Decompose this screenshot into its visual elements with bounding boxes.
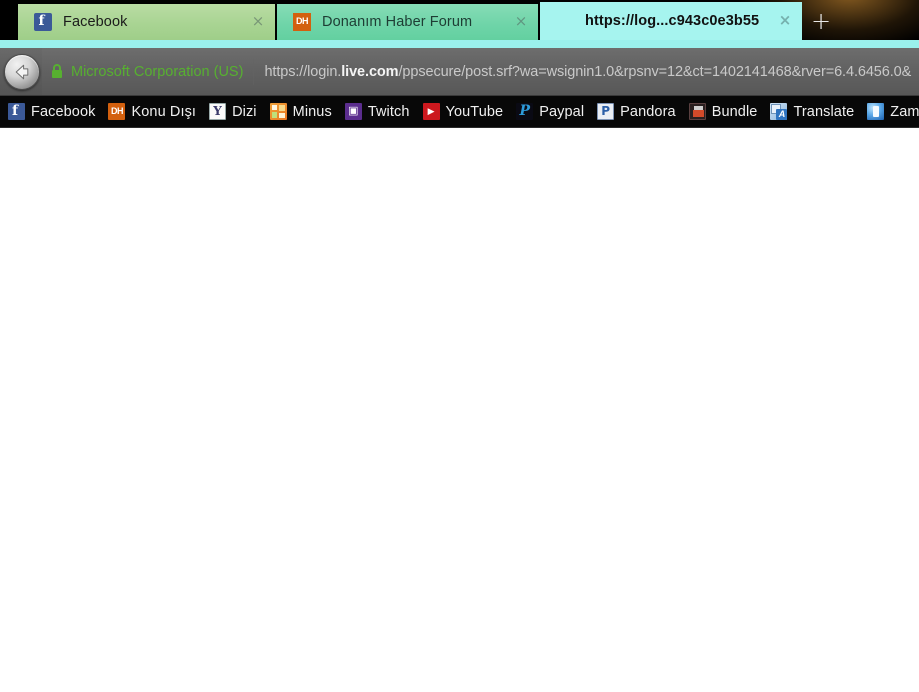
pandora-icon: P [597,103,615,120]
tab-close-icon[interactable]: × [249,13,267,31]
bookmark-label: Twitch [367,103,410,120]
tab-login-live[interactable]: https://log...c943c0e3b55 × [540,2,802,40]
bookmark-bundle[interactable]: Bundle [683,99,764,125]
bookmark-label: YouTube [445,103,504,120]
address-bar[interactable]: Microsoft Corporation (US) https://login… [42,48,919,95]
zamunda-icon [867,103,885,120]
tab-title: https://log...c943c0e3b55 [585,13,760,29]
back-button[interactable] [4,54,40,90]
url-prefix: https://login. [264,63,342,80]
address-bar-separator [253,58,255,85]
bookmark-youtube[interactable]: ▶ YouTube [417,99,510,125]
bookmark-minus[interactable]: Minus [264,99,338,125]
bookmark-facebook[interactable]: Facebook [2,99,101,125]
bookmark-label: Pandora [620,103,676,120]
microsoft-icon [556,12,574,30]
bookmark-pandora[interactable]: P Pandora [591,99,682,125]
translate-icon: A [770,103,788,120]
lock-icon [52,64,62,78]
bookmark-label: Minus [292,103,332,120]
bookmark-label: Dizi [232,103,257,120]
url-suffix: /ppsecure/post.srf?wa=wsignin1.0&rpsnv=1… [398,63,912,80]
donanimhaber-icon: DH [293,13,311,31]
bookmark-label: Zamunda [890,103,919,120]
bookmark-twitch[interactable]: ▣ Twitch [339,99,416,125]
back-arrow-icon [15,64,29,80]
bookmark-label: Konu Dışı [131,103,197,120]
browser-toolbar: Microsoft Corporation (US) https://login… [0,48,919,96]
paypal-icon: P [516,103,534,120]
tab-close-icon[interactable]: × [512,13,530,31]
bookmark-label: Translate [793,103,855,120]
tab-close-icon[interactable]: × [776,12,794,30]
tab-title: Facebook [63,14,128,30]
bookmark-label: Bundle [711,103,758,120]
twitch-icon: ▣ [344,103,362,120]
bookmark-label: Paypal [539,103,585,120]
facebook-icon [34,13,52,31]
donanimhaber-icon: DH [108,103,126,120]
facebook-icon [8,103,25,120]
bookmark-paypal[interactable]: P Paypal [510,99,590,125]
bookmark-label: Facebook [31,103,96,120]
page-content-area [0,129,919,692]
youtube-icon: ▶ [422,103,440,120]
bookmark-zamunda[interactable]: Zamunda [861,99,919,125]
browser-window: Facebook × DH Donanım Haber Forum × http… [0,0,919,692]
bookmarks-bar: Facebook DH Konu Dışı Y Dizi Minus ▣ Twi… [0,96,919,128]
tab-title: Donanım Haber Forum [322,14,473,30]
bookmark-konu-disi[interactable]: DH Konu Dışı [102,99,202,125]
url-text: https://login.live.com/ppsecure/post.srf… [264,64,919,80]
site-identity-label: Microsoft Corporation (US) [71,63,244,80]
bundle-icon [688,103,706,120]
tab-donanim-haber-forum[interactable]: DH Donanım Haber Forum × [277,4,538,40]
tab-strip: Facebook × DH Donanım Haber Forum × http… [0,0,919,40]
bookmark-translate[interactable]: A Translate [764,99,860,125]
new-tab-button[interactable]: + [806,8,836,36]
tabstrip-underline [0,40,919,48]
tab-facebook[interactable]: Facebook × [18,4,275,40]
bookmark-dizi[interactable]: Y Dizi [203,99,263,125]
yahoo-icon: Y [209,103,227,120]
minus-icon [269,103,287,120]
url-host: live.com [341,63,399,80]
